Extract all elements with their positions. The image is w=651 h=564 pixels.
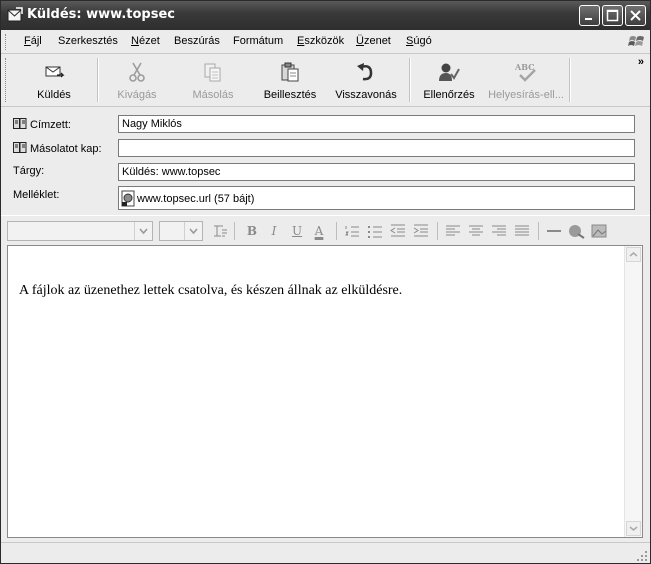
send-button[interactable]: Küldés [15, 56, 93, 104]
undo-icon [357, 63, 373, 81]
chevron-down-icon [189, 228, 198, 235]
menu-file[interactable]: Fájl [24, 35, 42, 47]
menu-message[interactable]: Üzenet [356, 35, 391, 47]
status-bar [1, 542, 650, 563]
close-icon [630, 10, 641, 21]
cc-label[interactable]: Másolatot kap: [13, 142, 102, 155]
paste-icon [281, 62, 299, 82]
numbered-list-icon [345, 226, 359, 237]
window-title: Küldés: www.topsec [27, 7, 175, 22]
align-left-icon [446, 225, 460, 236]
close-button[interactable] [625, 5, 646, 26]
menu-bar: Fájl Szerkesztés Nézet Beszúrás Formátum… [1, 31, 650, 54]
minimize-button[interactable] [579, 5, 600, 26]
spelling-button[interactable]: ABC Helyesírás-ell... [485, 56, 567, 104]
attachment-field[interactable]: www.topsec.url (57 bájt) [118, 186, 635, 210]
toolbar-overflow-chevron[interactable]: » [638, 56, 644, 68]
menu-insert[interactable]: Beszúrás [174, 35, 220, 47]
message-header: Címzett: Nagy Miklós Másolatot kap: Tárg… [1, 107, 650, 211]
decrease-indent-button[interactable] [389, 222, 407, 240]
align-left-button[interactable] [444, 222, 462, 240]
main-toolbar: Küldés Kivágás Másolás Beillesztés Vissz… [1, 54, 650, 107]
maximize-button[interactable] [602, 5, 623, 26]
attachment-name[interactable]: www.topsec.url (57 bájt) [137, 193, 254, 205]
numbered-list-button[interactable] [343, 222, 361, 240]
copy-button[interactable]: Másolás [181, 56, 245, 104]
align-right-icon [492, 225, 506, 236]
address-book-icon [13, 118, 27, 129]
bullet-list-button[interactable] [366, 222, 384, 240]
resize-grip-icon[interactable] [636, 550, 648, 562]
menu-edit[interactable]: Szerkesztés [58, 35, 118, 47]
paragraph-style-icon [214, 225, 227, 237]
justify-icon [515, 225, 529, 236]
message-body-editor[interactable]: A fájlok az üzenethez lettek csatolva, é… [7, 245, 643, 538]
increase-indent-icon [413, 224, 428, 237]
align-center-button[interactable] [467, 222, 485, 240]
decrease-indent-icon [390, 224, 405, 237]
formatting-toolbar: B I U A [1, 215, 650, 244]
maximize-icon [606, 9, 619, 22]
svg-text:ABC: ABC [515, 62, 534, 72]
font-name-select[interactable] [7, 221, 153, 241]
windows-logo-icon [628, 36, 644, 46]
align-right-button[interactable] [490, 222, 508, 240]
globe-link-icon [569, 225, 585, 239]
chevron-down-icon [139, 228, 148, 235]
insert-hyperlink-button[interactable] [567, 222, 585, 240]
menu-view[interactable]: Nézet [131, 35, 160, 47]
scroll-up-button[interactable] [626, 247, 641, 262]
bold-button[interactable]: B [243, 222, 261, 240]
menu-grip[interactable] [5, 34, 8, 50]
subject-field[interactable]: Küldés: www.topsec [118, 163, 635, 181]
chevron-up-icon [629, 252, 638, 257]
menu-format[interactable]: Formátum [233, 35, 283, 47]
copy-icon [204, 63, 221, 82]
minimize-icon [585, 18, 592, 20]
menu-tools[interactable]: Eszközök [297, 35, 344, 47]
cut-button[interactable]: Kivágás [105, 56, 169, 104]
send-icon [45, 66, 65, 78]
horizontal-line-icon [547, 230, 561, 232]
to-label[interactable]: Címzett: [13, 118, 71, 131]
toolbar-grip[interactable] [5, 58, 8, 102]
check-names-button[interactable]: Ellenőrzés [417, 56, 481, 104]
increase-indent-button[interactable] [412, 222, 430, 240]
vertical-scrollbar[interactable] [624, 246, 642, 537]
message-body-text[interactable]: A fájlok az üzenethez lettek csatolva, é… [19, 283, 402, 299]
paragraph-style-button[interactable] [211, 222, 229, 240]
italic-button[interactable]: I [265, 222, 283, 240]
align-center-icon [469, 225, 483, 236]
justify-button[interactable] [513, 222, 531, 240]
cc-field[interactable] [118, 139, 635, 157]
font-color-button[interactable]: A [310, 222, 328, 240]
title-bar[interactable]: Küldés: www.topsec [1, 1, 650, 30]
menu-help[interactable]: Súgó [406, 35, 432, 47]
picture-icon [591, 224, 607, 238]
horizontal-line-button[interactable] [545, 222, 563, 240]
subject-label: Tárgy: [13, 165, 45, 177]
underline-button[interactable]: U [288, 222, 306, 240]
undo-button[interactable]: Visszavonás [331, 56, 401, 104]
attachment-label: Melléklet: [13, 189, 60, 201]
insert-picture-button[interactable] [590, 222, 608, 240]
bullet-list-icon [368, 226, 382, 238]
font-size-select[interactable] [159, 221, 203, 241]
compose-window: Küldés: www.topsec Fájl Szerkesztés Néze… [0, 0, 651, 564]
scroll-down-button[interactable] [626, 521, 641, 536]
to-field[interactable]: Nagy Miklós [118, 115, 635, 133]
envelope-icon [7, 7, 23, 22]
spellcheck-icon: ABC [515, 62, 536, 82]
chevron-down-icon [629, 526, 638, 531]
address-book-icon [13, 142, 27, 153]
paste-button[interactable]: Beillesztés [255, 56, 325, 104]
url-file-icon [121, 190, 135, 207]
scissors-icon [129, 62, 145, 82]
check-names-icon [439, 63, 460, 81]
